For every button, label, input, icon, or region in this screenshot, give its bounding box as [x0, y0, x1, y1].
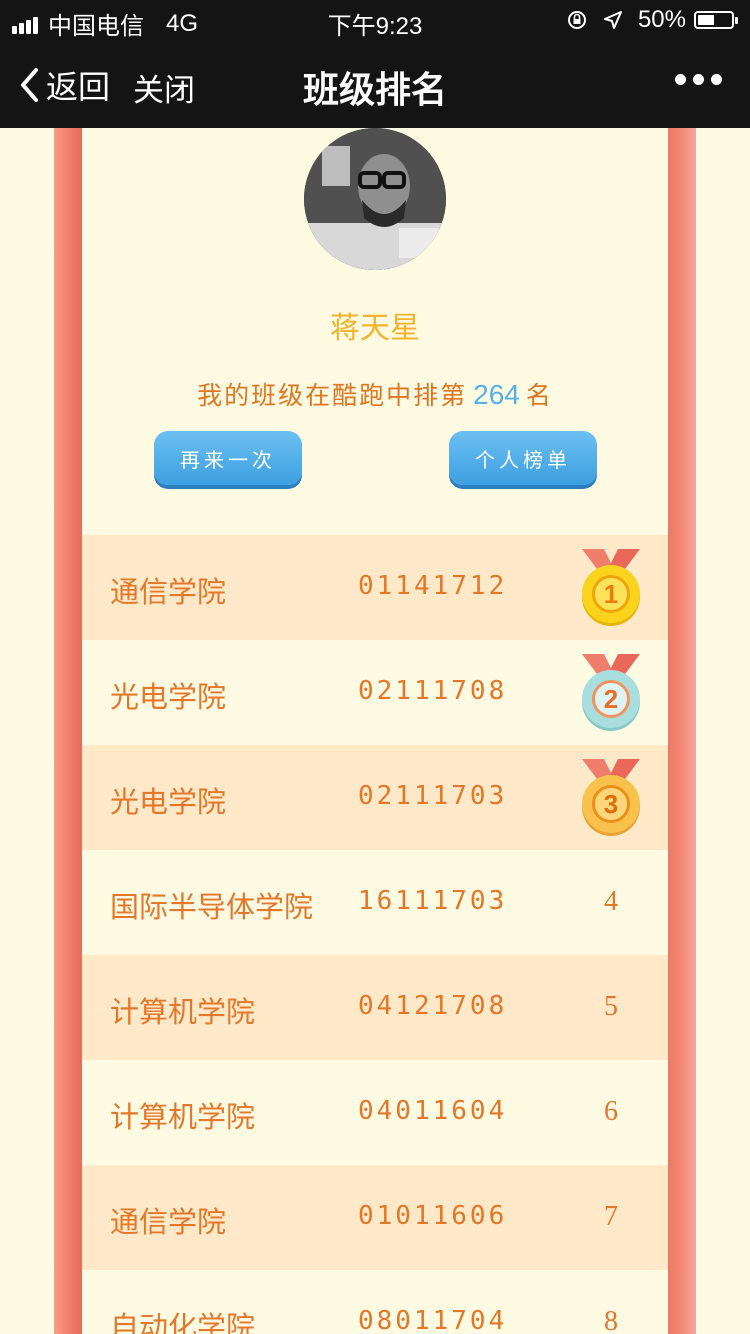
- class-rank-summary: 我的班级在酷跑中排第 264 名: [0, 376, 750, 412]
- ranking-content[interactable]: 蒋天星 我的班级在酷跑中排第 264 名 再来一次 个人榜单 通信学院 011417…: [0, 128, 750, 1334]
- class-number: 04011604: [358, 1096, 508, 1126]
- table-row: 计算机学院 04011604 6: [82, 1060, 668, 1165]
- rank-prefix: 我的班级在酷跑中排第: [197, 381, 468, 410]
- more-button[interactable]: [668, 74, 722, 85]
- college-name: 自动化学院: [110, 1310, 256, 1334]
- location-icon: [603, 11, 622, 29]
- rank-number: 5: [604, 991, 618, 1022]
- user-name: 蒋天星: [330, 311, 420, 346]
- class-number: 02111703: [358, 781, 508, 811]
- medal-rank: 2: [592, 680, 630, 718]
- gold-medal-icon: 1: [578, 549, 644, 629]
- page-title: 班级排名: [302, 70, 447, 111]
- table-row: 计算机学院 04121708 5: [82, 955, 668, 1060]
- medal-rank: 1: [592, 575, 630, 613]
- class-number: 01141712: [358, 571, 508, 601]
- more-icon: [675, 74, 686, 85]
- college-name: 国际半导体学院: [110, 890, 314, 924]
- class-number: 16111703: [358, 886, 508, 916]
- avatar: [304, 128, 446, 270]
- silver-medal-icon: 2: [578, 654, 644, 734]
- college-name: 计算机学院: [110, 995, 256, 1029]
- avatar-image: [304, 128, 446, 270]
- table-row: 自动化学院 08011704 8: [82, 1270, 668, 1334]
- college-name: 计算机学院: [110, 1100, 256, 1134]
- status-right: 50%: [566, 6, 738, 34]
- table-row: 通信学院 01011606 7: [82, 1165, 668, 1270]
- class-number: 04121708: [358, 991, 508, 1021]
- rank-number: 264: [473, 379, 520, 410]
- college-name: 光电学院: [110, 785, 227, 819]
- rank-suffix: 名: [525, 381, 553, 410]
- rank-number: 4: [604, 886, 618, 917]
- college-name: 通信学院: [110, 1205, 227, 1239]
- college-name: 光电学院: [110, 680, 227, 714]
- status-bar: 中国电信 4G 下午9:23 50%: [0, 0, 750, 40]
- table-row: 通信学院 01141712 1: [82, 535, 668, 640]
- orientation-lock-icon: [567, 11, 586, 29]
- table-row: 光电学院 02111708 2: [82, 640, 668, 745]
- class-ranking-list[interactable]: 通信学院 01141712 1 光电学院 02111708 2 光电学院 021…: [82, 535, 668, 1334]
- bronze-medal-icon: 3: [578, 759, 644, 839]
- personal-leaderboard-button[interactable]: 个人榜单: [449, 431, 597, 485]
- medal-rank: 3: [592, 785, 630, 823]
- play-again-button[interactable]: 再来一次: [154, 431, 302, 485]
- battery-percent: 50%: [637, 6, 686, 33]
- class-number: 01011606: [358, 1201, 508, 1231]
- class-number: 08011704: [358, 1306, 508, 1334]
- rank-number: 6: [604, 1096, 618, 1127]
- table-row: 光电学院 02111703 3: [82, 745, 668, 850]
- rank-number: 8: [604, 1306, 618, 1334]
- table-row: 国际半导体学院 16111703 4: [82, 850, 668, 955]
- battery-icon: [694, 11, 738, 29]
- nav-bar: 返回 关闭 班级排名: [0, 40, 750, 128]
- class-number: 02111708: [358, 676, 508, 706]
- college-name: 通信学院: [110, 575, 227, 609]
- rank-number: 7: [604, 1201, 618, 1232]
